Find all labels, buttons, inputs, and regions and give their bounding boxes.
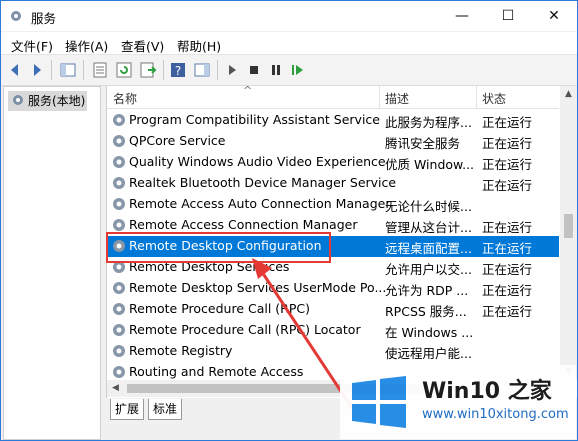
- watermark-url: www.win10xitong.com: [422, 407, 569, 422]
- windows-logo-icon: [352, 376, 406, 428]
- watermark-title: Win10 之家: [422, 379, 552, 404]
- watermark: Win10 之家 www.win10xitong.com: [340, 365, 576, 439]
